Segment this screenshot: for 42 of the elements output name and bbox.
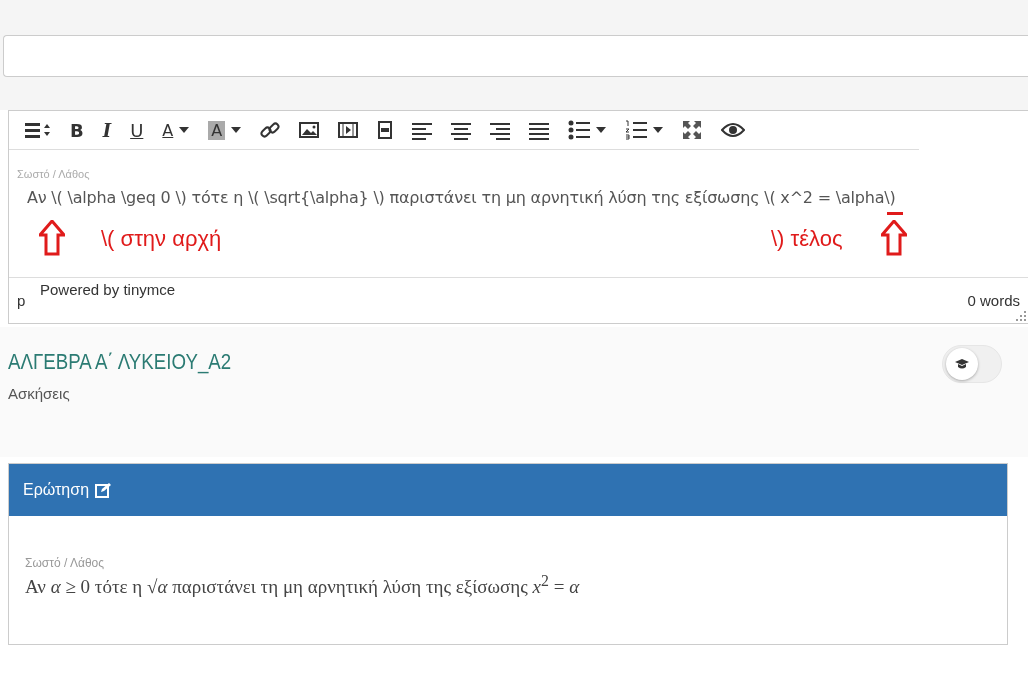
caret-icon [179, 127, 190, 133]
toggle-switch[interactable] [942, 345, 1002, 383]
editor-text: Αν \( \alpha \geq 0 \) τότε η \( \sqrt{\alpha} \) παριστάνει τη μη αρνητική λύση της εξίσωσης \( x^2 = \alpha\) [27, 188, 897, 207]
eye-icon [721, 122, 746, 138]
caret-icon [596, 127, 607, 133]
annotation-mark [887, 212, 903, 216]
annotation-text: \( στην αρχή [101, 226, 222, 252]
link-icon [260, 120, 281, 140]
resize-grip-icon [1016, 311, 1026, 321]
text-input-field[interactable] [3, 35, 1028, 77]
paragraph-format-icon [25, 120, 51, 140]
word-count: 0 words [967, 292, 1020, 311]
caret-icon [653, 127, 664, 133]
field-label: Σωστό / Λάθος [17, 168, 91, 180]
film-strip-icon [377, 121, 394, 139]
caret-icon [231, 127, 242, 133]
panel-title: Ερώτηση [23, 481, 90, 499]
course-title: ΑΛΓΕΒΡΑ Α΄ ΛΥΚΕΙΟΥ_Α2 [8, 349, 233, 375]
align-right-icon [490, 120, 511, 140]
fullscreen-icon [682, 120, 703, 140]
graduation-cap-icon [955, 358, 969, 370]
field-label: Σωστό / Λάθος [25, 556, 106, 570]
underline-button[interactable]: U [122, 115, 152, 145]
justify-icon [529, 120, 550, 140]
image-icon [299, 121, 320, 139]
bold-button[interactable]: B [62, 115, 92, 145]
italic-button[interactable]: I [94, 115, 120, 145]
bulleted-list-icon [568, 120, 591, 140]
branding-link[interactable]: Powered by tinymce [40, 281, 176, 298]
annotation-text: \) τέλος [771, 226, 843, 252]
numbered-list-icon [625, 120, 648, 140]
edit-icon [95, 482, 112, 498]
background-color-button[interactable]: A [200, 115, 250, 145]
up-arrow-icon [881, 220, 907, 256]
align-center-icon [451, 120, 472, 140]
text-color-button[interactable]: A [154, 115, 198, 145]
align-left-icon [412, 120, 433, 140]
course-subtitle: Ασκήσεις [8, 385, 71, 402]
question-text: Αν α ≥ 0 τότε η √α παριστάνει τη μη αρνητική λύση της εξίσωσης x$^{2}$ = α [25, 572, 581, 599]
up-arrow-icon [39, 220, 65, 256]
media-player-icon [338, 121, 359, 139]
element-path: p [17, 292, 26, 311]
